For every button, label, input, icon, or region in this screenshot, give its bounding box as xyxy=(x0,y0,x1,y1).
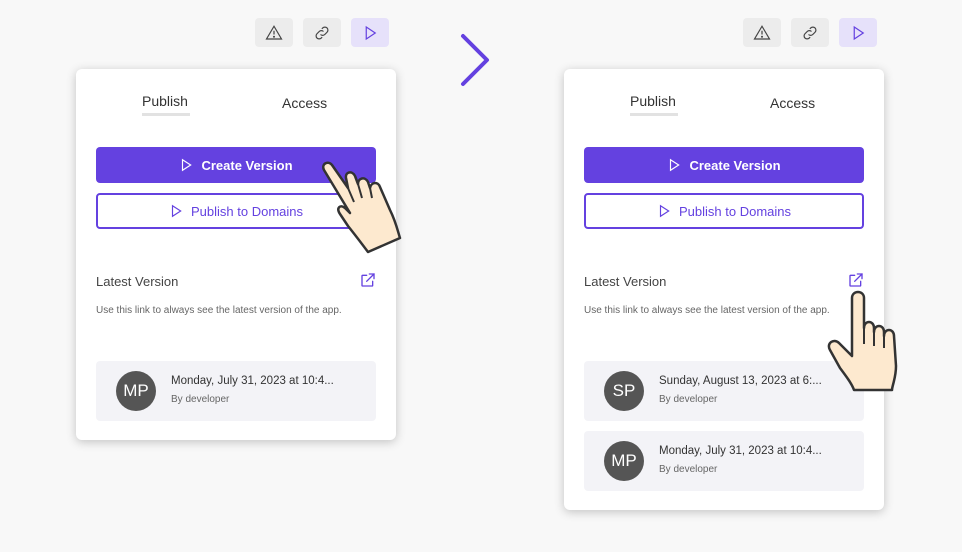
link-button[interactable] xyxy=(303,18,341,47)
publish-to-domains-button[interactable]: Publish to Domains xyxy=(584,193,864,229)
toolbar-left xyxy=(255,18,389,47)
tab-bar: Publish Access xyxy=(564,93,884,119)
play-icon xyxy=(171,204,182,218)
external-link-icon[interactable] xyxy=(360,272,376,288)
create-version-label: Create Version xyxy=(689,157,781,173)
link-button[interactable] xyxy=(791,18,829,47)
tab-active-underline xyxy=(142,113,190,116)
link-icon xyxy=(315,26,329,39)
play-icon xyxy=(365,25,377,40)
warning-icon xyxy=(753,24,771,40)
play-button[interactable] xyxy=(839,18,877,47)
play-button[interactable] xyxy=(351,18,389,47)
version-date: Monday, July 31, 2023 at 10:4... xyxy=(659,445,822,457)
play-icon xyxy=(853,25,865,40)
tab-publish-label: Publish xyxy=(142,93,188,109)
warning-icon xyxy=(265,24,283,40)
avatar: MP xyxy=(604,441,644,481)
tab-publish[interactable]: Publish xyxy=(630,93,678,116)
tab-access[interactable]: Access xyxy=(282,95,327,111)
external-link-icon[interactable] xyxy=(848,272,864,288)
publish-to-domains-label: Publish to Domains xyxy=(191,203,303,219)
play-icon xyxy=(182,158,193,172)
latest-version-description: Use this link to always see the latest v… xyxy=(96,305,342,316)
warning-button[interactable] xyxy=(255,18,293,47)
latest-version-description: Use this link to always see the latest v… xyxy=(584,305,830,316)
tab-access[interactable]: Access xyxy=(770,95,815,111)
avatar: SP xyxy=(604,371,644,411)
version-date: Sunday, August 13, 2023 at 6:... xyxy=(659,375,822,387)
version-author: By developer xyxy=(659,464,718,475)
tab-publish[interactable]: Publish xyxy=(142,93,190,116)
latest-version-title: Latest Version xyxy=(584,274,667,289)
tab-access-label: Access xyxy=(282,95,328,111)
version-item[interactable]: MP Monday, July 31, 2023 at 10:4... By d… xyxy=(584,431,864,491)
version-date: Monday, July 31, 2023 at 10:4... xyxy=(171,375,334,387)
version-item[interactable]: MP Monday, July 31, 2023 at 10:4... By d… xyxy=(96,361,376,421)
chevron-right-icon xyxy=(461,34,489,86)
tab-active-underline xyxy=(630,113,678,116)
version-author: By developer xyxy=(659,394,718,405)
publish-panel-before: Publish Access Create Version Publish to… xyxy=(76,69,396,440)
warning-button[interactable] xyxy=(743,18,781,47)
tab-bar: Publish Access xyxy=(76,93,396,119)
tab-access-label: Access xyxy=(770,95,816,111)
latest-version-title: Latest Version xyxy=(96,274,179,289)
toolbar-right xyxy=(743,18,877,47)
version-author: By developer xyxy=(171,394,230,405)
play-icon xyxy=(659,204,670,218)
link-icon xyxy=(803,26,817,39)
avatar: MP xyxy=(116,371,156,411)
version-item[interactable]: SP Sunday, August 13, 2023 at 6:... By d… xyxy=(584,361,864,421)
hand-pointer-icon xyxy=(322,161,402,254)
publish-to-domains-label: Publish to Domains xyxy=(679,203,791,219)
play-icon xyxy=(670,158,681,172)
hand-pointer-icon xyxy=(827,290,898,392)
tab-publish-label: Publish xyxy=(630,93,676,109)
create-version-button[interactable]: Create Version xyxy=(584,147,864,183)
create-version-label: Create Version xyxy=(201,157,293,173)
